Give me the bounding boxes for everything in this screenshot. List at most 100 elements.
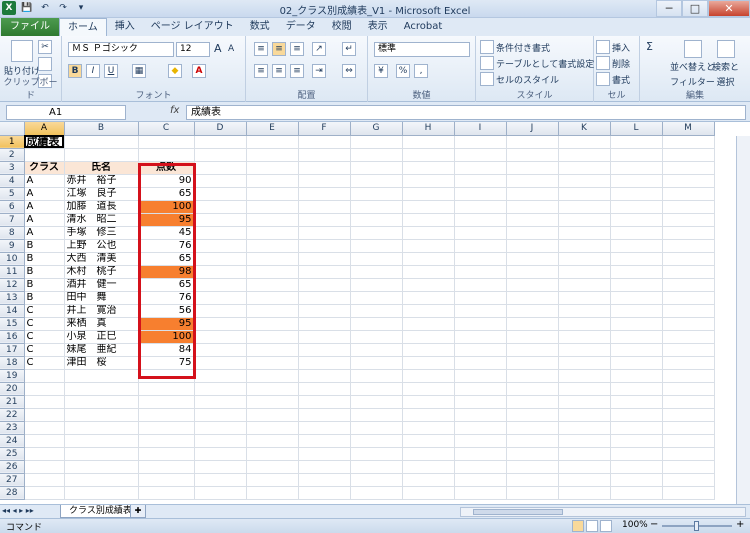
cell[interactable] bbox=[506, 460, 559, 474]
cell[interactable] bbox=[298, 135, 351, 149]
row-header[interactable]: 12 bbox=[0, 278, 25, 292]
cell[interactable] bbox=[138, 148, 195, 162]
cell[interactable] bbox=[454, 265, 507, 279]
sheet-nav-buttons[interactable]: ◂◂ ◂ ▸ ▸▸ bbox=[2, 506, 34, 515]
cell[interactable] bbox=[662, 239, 715, 253]
cell[interactable] bbox=[662, 395, 715, 409]
cell[interactable] bbox=[64, 486, 139, 500]
cell[interactable] bbox=[506, 213, 559, 227]
cell[interactable] bbox=[662, 200, 715, 214]
column-header-g[interactable]: G bbox=[350, 122, 403, 136]
cell[interactable] bbox=[402, 330, 455, 344]
cell[interactable] bbox=[298, 421, 351, 435]
cell[interactable] bbox=[24, 395, 65, 409]
cell[interactable] bbox=[350, 213, 403, 227]
row-header[interactable]: 28 bbox=[0, 486, 25, 500]
align-top-button[interactable]: ≡ bbox=[254, 42, 268, 56]
cell[interactable] bbox=[506, 135, 559, 149]
cell-name[interactable]: 清水 昭二 bbox=[64, 213, 139, 227]
cell[interactable] bbox=[298, 174, 351, 188]
cell-class[interactable]: A bbox=[24, 200, 65, 214]
format-as-table-button[interactable]: テーブルとして書式設定 bbox=[480, 56, 594, 70]
cell[interactable] bbox=[298, 408, 351, 422]
cell[interactable] bbox=[558, 434, 611, 448]
cell[interactable] bbox=[402, 265, 455, 279]
cell[interactable] bbox=[610, 187, 663, 201]
cell[interactable] bbox=[506, 200, 559, 214]
cell[interactable] bbox=[298, 226, 351, 240]
cell-name[interactable]: 津田 桜 bbox=[64, 356, 139, 370]
row-header[interactable]: 16 bbox=[0, 330, 25, 344]
cell[interactable] bbox=[454, 382, 507, 396]
cell[interactable] bbox=[298, 330, 351, 344]
cell-name[interactable]: 江塚 良子 bbox=[64, 187, 139, 201]
cell-class[interactable]: B bbox=[24, 265, 65, 279]
cell[interactable] bbox=[350, 447, 403, 461]
cell[interactable] bbox=[402, 447, 455, 461]
cell[interactable] bbox=[194, 460, 247, 474]
cell[interactable] bbox=[506, 187, 559, 201]
cell[interactable] bbox=[662, 135, 715, 149]
cell[interactable] bbox=[138, 460, 195, 474]
cell[interactable] bbox=[610, 135, 663, 149]
cell[interactable] bbox=[558, 473, 611, 487]
column-header-d[interactable]: D bbox=[194, 122, 247, 136]
borders-button[interactable]: ▦ bbox=[132, 64, 146, 78]
cell[interactable] bbox=[350, 187, 403, 201]
cell[interactable] bbox=[610, 291, 663, 305]
cell[interactable] bbox=[350, 369, 403, 383]
cell[interactable] bbox=[402, 356, 455, 370]
cell[interactable] bbox=[350, 356, 403, 370]
bold-button[interactable]: B bbox=[68, 64, 82, 78]
undo-icon[interactable]: ↶ bbox=[38, 1, 52, 15]
cell[interactable] bbox=[662, 486, 715, 500]
cell-class[interactable]: B bbox=[24, 252, 65, 266]
cell[interactable] bbox=[558, 291, 611, 305]
cell[interactable] bbox=[402, 213, 455, 227]
insert-sheet-icon[interactable]: ✚ bbox=[130, 505, 146, 518]
cell[interactable] bbox=[194, 135, 247, 149]
cell-class[interactable]: B bbox=[24, 278, 65, 292]
cell[interactable] bbox=[194, 447, 247, 461]
column-header-l[interactable]: L bbox=[610, 122, 663, 136]
cell[interactable] bbox=[454, 239, 507, 253]
cell[interactable] bbox=[662, 278, 715, 292]
cell[interactable] bbox=[402, 460, 455, 474]
indent-button[interactable]: ⇥ bbox=[312, 64, 326, 78]
cell[interactable] bbox=[298, 317, 351, 331]
paste-button[interactable]: 貼り付け bbox=[4, 40, 40, 77]
cell[interactable] bbox=[610, 421, 663, 435]
cell[interactable] bbox=[246, 395, 299, 409]
row-header[interactable]: 13 bbox=[0, 291, 25, 305]
qat-more-icon[interactable]: ▾ bbox=[74, 1, 88, 15]
cell[interactable] bbox=[610, 486, 663, 500]
cell[interactable] bbox=[558, 161, 611, 175]
cell[interactable] bbox=[298, 356, 351, 370]
cell-name[interactable]: 大西 清美 bbox=[64, 252, 139, 266]
row-header[interactable]: 14 bbox=[0, 304, 25, 318]
row-header[interactable]: 3 bbox=[0, 161, 25, 175]
cell[interactable] bbox=[64, 473, 139, 487]
cell[interactable] bbox=[350, 304, 403, 318]
cell[interactable] bbox=[246, 317, 299, 331]
cell[interactable] bbox=[194, 200, 247, 214]
cell[interactable] bbox=[24, 408, 65, 422]
cell[interactable] bbox=[506, 239, 559, 253]
align-bottom-button[interactable]: ≡ bbox=[290, 42, 304, 56]
normal-view-icon[interactable] bbox=[572, 520, 584, 532]
cell[interactable] bbox=[506, 265, 559, 279]
cell[interactable] bbox=[194, 265, 247, 279]
percent-button[interactable]: % bbox=[396, 64, 410, 78]
row-header[interactable]: 18 bbox=[0, 356, 25, 370]
cell[interactable] bbox=[454, 356, 507, 370]
cell[interactable] bbox=[662, 252, 715, 266]
cell[interactable] bbox=[454, 408, 507, 422]
cell[interactable] bbox=[506, 317, 559, 331]
cell[interactable] bbox=[298, 278, 351, 292]
cell[interactable] bbox=[402, 187, 455, 201]
cell[interactable] bbox=[350, 395, 403, 409]
cell-name[interactable]: 田中 舞 bbox=[64, 291, 139, 305]
cell[interactable] bbox=[558, 304, 611, 318]
cell[interactable] bbox=[610, 447, 663, 461]
cell[interactable] bbox=[506, 356, 559, 370]
